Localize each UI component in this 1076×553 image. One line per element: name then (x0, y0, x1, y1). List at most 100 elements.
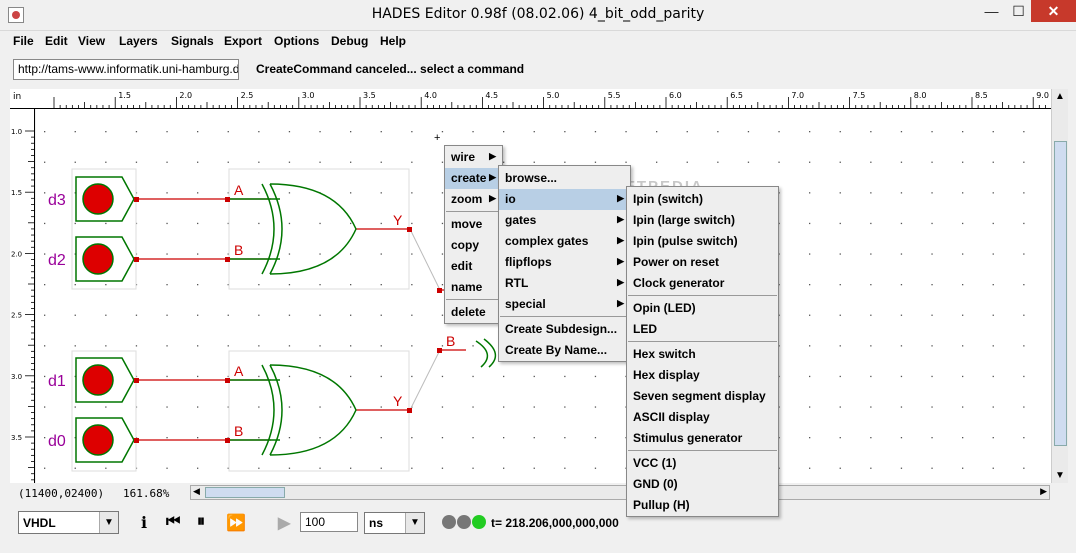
fast-forward-icon[interactable]: ⏩ (226, 513, 246, 533)
menu-item-ipin-switch[interactable]: Ipin (switch) (627, 189, 778, 210)
menu-item-copy[interactable]: copy (445, 235, 502, 256)
language-select[interactable]: VHDL ▼ (18, 511, 119, 534)
menu-options[interactable]: Options (274, 34, 319, 48)
menu-export[interactable]: Export (224, 34, 262, 48)
horizontal-scrollbar[interactable]: ◀ ▶ (190, 485, 1050, 500)
menu-item-ipin-large-switch[interactable]: Ipin (large switch) (627, 210, 778, 231)
menu-view[interactable]: View (78, 34, 105, 48)
menu-item-wire[interactable]: wire ▶ (445, 147, 502, 168)
grid-dot (1023, 192, 1025, 194)
menu-item-pullup[interactable]: Pullup (H) (627, 495, 778, 516)
grid-dot (380, 467, 382, 469)
grid-dot (135, 345, 138, 347)
menu-item-opin-led[interactable]: Opin (LED) (627, 298, 778, 319)
minimize-button[interactable]: — (978, 0, 1005, 22)
grid-dot (197, 437, 199, 439)
horizontal-scroll-thumb[interactable] (205, 487, 285, 498)
input-switch-d3[interactable] (75, 176, 135, 222)
menu-item-io[interactable]: io ▶ (499, 189, 630, 210)
maximize-button[interactable]: ☐ (1005, 0, 1032, 22)
chevron-down-icon[interactable]: ▼ (99, 512, 118, 533)
input-switch-d1[interactable] (75, 357, 135, 403)
menu-item-vcc[interactable]: VCC (1) (627, 453, 778, 474)
menu-item-ascii-display[interactable]: ASCII display (627, 407, 778, 428)
grid-dot (839, 375, 841, 378)
grid-dot (227, 131, 229, 133)
grid-dot (380, 131, 382, 133)
menu-item-hex-switch[interactable]: Hex switch (627, 344, 778, 365)
menu-item-zoom[interactable]: zoom ▶ (445, 189, 502, 210)
grid-dot (380, 437, 382, 439)
step-time-input[interactable]: 100 (300, 512, 358, 532)
menu-item-move[interactable]: move (445, 214, 502, 235)
close-button[interactable]: ✕ (1031, 0, 1076, 22)
menu-signals[interactable]: Signals (171, 34, 214, 48)
input-switch-d0[interactable] (75, 417, 135, 463)
vertical-scrollbar[interactable]: ▲ ▼ (1051, 89, 1068, 483)
grid-dot (686, 131, 688, 133)
play-icon[interactable]: ▶ (278, 513, 290, 533)
chevron-right-icon: ▶ (617, 193, 624, 203)
grid-dot (380, 284, 382, 286)
menu-item-led[interactable]: LED (627, 319, 778, 340)
pause-icon[interactable]: ⏸ (197, 513, 205, 531)
menu-layers[interactable]: Layers (119, 34, 158, 48)
xor-gate-top[interactable] (230, 183, 357, 275)
grid-dot (594, 437, 597, 439)
grid-dot (441, 222, 444, 225)
grid-dot (870, 161, 872, 163)
menu-item-gates[interactable]: gates ▶ (499, 210, 630, 231)
menu-item-seven-segment-display[interactable]: Seven segment display (627, 386, 778, 407)
scroll-down-icon[interactable]: ▼ (1055, 470, 1065, 481)
rewind-icon[interactable]: ⏮ (166, 513, 180, 531)
menu-item-flipflops[interactable]: flipflops ▶ (499, 252, 630, 273)
info-icon[interactable]: i (141, 513, 147, 532)
menu-item-hex-display[interactable]: Hex display (627, 365, 778, 386)
scroll-left-icon[interactable]: ◀ (193, 486, 200, 497)
grid-dot (747, 161, 750, 163)
menu-debug[interactable]: Debug (331, 34, 368, 48)
chevron-down-icon[interactable]: ▼ (405, 513, 424, 533)
menu-item-ipin-pulse-switch[interactable]: Ipin (pulse switch) (627, 231, 778, 252)
menu-item-create-subdesign[interactable]: Create Subdesign... (499, 319, 630, 340)
ruler-tick-label: 3.0 (11, 373, 22, 381)
create-submenu: browse... io ▶ gates ▶ complex gates ▶ flip… (498, 165, 631, 362)
xor-gate-right[interactable] (475, 338, 497, 368)
menu-item-gnd[interactable]: GND (0) (627, 474, 778, 495)
menu-item-special[interactable]: special ▶ (499, 294, 630, 315)
grid-dot (931, 406, 933, 408)
grid-dot (350, 345, 352, 347)
xor-gate-bottom[interactable] (230, 364, 357, 456)
grid-dot (166, 467, 168, 469)
menu-file[interactable]: File (13, 34, 34, 48)
menu-item-name[interactable]: name (445, 277, 502, 298)
menu-item-create-by-name[interactable]: Create By Name... (499, 340, 630, 361)
menu-help[interactable]: Help (380, 34, 406, 48)
grid-dot (105, 222, 107, 225)
menu-separator (446, 299, 501, 300)
menu-edit[interactable]: Edit (45, 34, 68, 48)
time-unit-select[interactable]: ns ▼ (364, 512, 425, 534)
menu-item-browse[interactable]: browse... (499, 168, 630, 189)
vertical-scroll-thumb[interactable] (1054, 141, 1067, 446)
ruler-tick-label: 3.0 (302, 91, 315, 100)
grid-dot (533, 467, 535, 469)
url-field[interactable]: http://tams-www.informatik.uni-hamburg.d… (13, 59, 239, 80)
input-switch-d2[interactable] (75, 236, 135, 282)
menu-item-clock-generator[interactable]: Clock generator (627, 273, 778, 294)
scroll-up-icon[interactable]: ▲ (1055, 91, 1065, 102)
menu-item-complex-gates[interactable]: complex gates ▶ (499, 231, 630, 252)
menu-item-edit[interactable]: edit (445, 256, 502, 277)
menu-item-create[interactable]: create ▶ (445, 168, 502, 189)
grid-dot (44, 345, 46, 347)
grid-dot (594, 406, 597, 408)
menu-item-power-on-reset[interactable]: Power on reset (627, 252, 778, 273)
menu-item-delete[interactable]: delete (445, 302, 502, 323)
scroll-right-icon[interactable]: ▶ (1040, 486, 1047, 497)
grid-dot (900, 192, 903, 194)
grid-dot (870, 192, 872, 194)
menu-item-stimulus-generator[interactable]: Stimulus generator (627, 428, 778, 449)
menu-item-rtl[interactable]: RTL ▶ (499, 273, 630, 294)
grid-dot (778, 131, 780, 133)
grid-dot (105, 131, 107, 133)
